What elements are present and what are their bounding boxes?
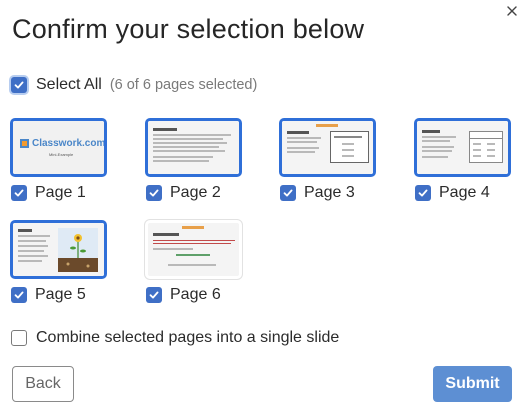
thumb-line <box>473 155 481 157</box>
page-check-row-4: Page 4 <box>415 184 523 202</box>
thumb-heading <box>287 131 309 134</box>
combine-label: Combine selected pages into a single sli… <box>36 329 340 346</box>
thumb-line <box>18 255 48 257</box>
thumb-line <box>422 156 448 158</box>
checkmark-icon <box>283 189 293 197</box>
page-6-label: Page 6 <box>170 286 221 303</box>
combine-checkbox[interactable] <box>11 330 27 346</box>
page-thumbnail-3[interactable] <box>279 118 376 177</box>
thumb-subtext: Mini-Example <box>49 152 74 157</box>
page-tile-5: Page 5 <box>10 220 138 304</box>
thumb-line <box>342 155 354 157</box>
page-check-row-2: Page 2 <box>146 184 273 202</box>
thumb-line <box>153 146 219 148</box>
page-1-label: Page 1 <box>35 184 86 201</box>
thumb-logo-text: Classwork.com <box>32 138 106 149</box>
combine-row: Combine selected pages into a single sli… <box>11 328 339 348</box>
checkmark-icon <box>418 189 428 197</box>
page-tile-6: Page 6 <box>145 220 273 304</box>
checkmark-icon <box>149 291 159 299</box>
thumb-line <box>422 146 454 148</box>
thumb-line <box>18 245 48 247</box>
page-3-checkbox[interactable] <box>280 185 296 201</box>
thumb-logo <box>316 124 338 127</box>
thumb-line <box>422 140 450 142</box>
close-icon[interactable] <box>503 2 521 20</box>
thumb-line <box>422 150 452 152</box>
page-4-label: Page 4 <box>439 184 490 201</box>
page-tile-1: Classwork.com Mini-Example Page 1 <box>10 118 138 202</box>
page-check-row-3: Page 3 <box>280 184 407 202</box>
confirm-selection-dialog: Confirm your selection below Select All … <box>0 0 523 418</box>
page-tile-4: Page 4 <box>414 118 523 202</box>
page-tile-2: Page 2 <box>145 118 273 202</box>
thumb-line <box>153 138 223 140</box>
thumb-table-divider <box>469 138 503 139</box>
thumb-line <box>334 136 362 138</box>
thumb-line <box>153 142 227 144</box>
page-2-label: Page 2 <box>170 184 221 201</box>
page-3-label: Page 3 <box>304 184 355 201</box>
thumb-line <box>473 143 481 145</box>
page-2-checkbox[interactable] <box>146 185 162 201</box>
checkmark-icon <box>14 81 24 89</box>
page-check-row-1: Page 1 <box>11 184 138 202</box>
thumb-line <box>342 143 354 145</box>
thumb-line <box>18 250 44 252</box>
select-all-checkbox[interactable] <box>11 77 27 93</box>
thumb-line <box>487 155 495 157</box>
thumb-line <box>153 134 231 136</box>
page-5-label: Page 5 <box>35 286 86 303</box>
page-check-row-6: Page 6 <box>146 286 273 304</box>
page-thumbnail-6[interactable] <box>145 220 242 279</box>
thumb-heading <box>153 233 179 236</box>
dialog-title: Confirm your selection below <box>12 14 365 44</box>
thumb-line <box>422 136 456 138</box>
thumb-line <box>153 243 231 244</box>
thumb-line <box>176 254 210 256</box>
checkmark-icon <box>149 189 159 197</box>
page-tile-3: Page 3 <box>279 118 407 202</box>
page-1-checkbox[interactable] <box>11 185 27 201</box>
thumb-line <box>287 141 317 143</box>
thumb-line <box>153 150 225 152</box>
thumb-line <box>18 235 50 237</box>
page-thumbnail-5[interactable] <box>10 220 107 279</box>
thumb-line <box>153 160 209 162</box>
checkmark-icon <box>14 291 24 299</box>
page-5-checkbox[interactable] <box>11 287 27 303</box>
thumb-line <box>153 240 235 241</box>
page-thumbnail-1[interactable]: Classwork.com Mini-Example <box>10 118 107 177</box>
page-6-checkbox[interactable] <box>146 287 162 303</box>
page-4-checkbox[interactable] <box>415 185 431 201</box>
thumb-line <box>487 143 495 145</box>
page-thumbnail-2[interactable] <box>145 118 242 177</box>
thumb-table <box>469 131 503 163</box>
thumb-heading <box>18 229 32 232</box>
thumb-line <box>153 248 193 250</box>
thumb-heading <box>422 130 440 133</box>
page-check-row-5: Page 5 <box>11 286 138 304</box>
thumb-line <box>287 147 319 149</box>
thumb-line <box>18 260 42 262</box>
thumb-line <box>287 151 315 153</box>
thumb-line <box>342 149 354 151</box>
thumb-line <box>473 149 481 151</box>
thumb-line <box>287 137 321 139</box>
thumb-line <box>487 149 495 151</box>
page-thumbnail-4[interactable] <box>414 118 511 177</box>
thumb-line <box>153 156 213 158</box>
select-all-row: Select All (6 of 6 pages selected) <box>11 75 257 95</box>
plant-illustration <box>58 228 98 272</box>
thumb-heading <box>153 128 177 131</box>
thumb-logo <box>182 226 204 229</box>
back-button[interactable]: Back <box>12 366 74 402</box>
thumb-line <box>168 264 216 266</box>
thumb-line <box>18 240 46 242</box>
selected-count: (6 of 6 pages selected) <box>109 77 258 93</box>
checkmark-icon <box>14 189 24 197</box>
select-all-label: Select All <box>36 76 102 93</box>
submit-button[interactable]: Submit <box>433 366 512 402</box>
